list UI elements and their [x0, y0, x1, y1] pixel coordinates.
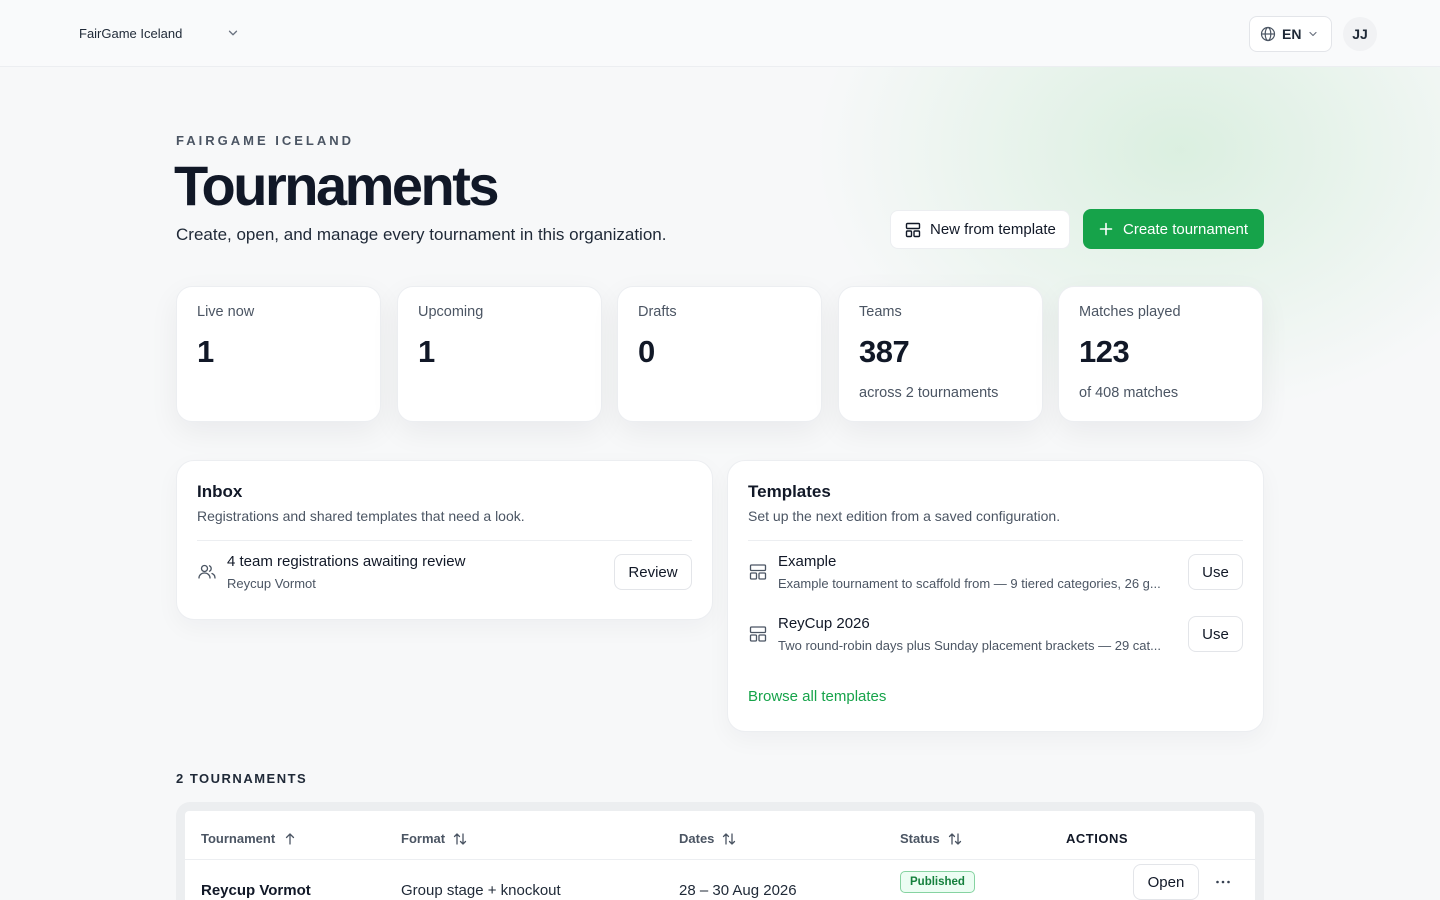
stat-value: 387	[859, 334, 910, 369]
top-bar: FairGame Iceland EN JJ	[0, 0, 1440, 67]
column-header-tournament[interactable]: Tournament	[201, 831, 297, 846]
sort-ascending-icon	[286, 832, 295, 845]
org-switcher[interactable]: FairGame Iceland	[64, 18, 254, 48]
sort-icon	[453, 832, 467, 845]
stat-card-matches-played: Matches played 123 of 408 matches	[1058, 286, 1263, 422]
stat-value: 0	[638, 334, 655, 369]
tournaments-table-container: Tournament Format Dates Status ACTIONS R…	[176, 802, 1264, 900]
stat-card-upcoming: Upcoming 1	[397, 286, 602, 422]
language-label: EN	[1282, 26, 1302, 42]
table-header-divider	[185, 859, 1255, 860]
more-horizontal-icon	[1216, 880, 1230, 884]
avatar[interactable]: JJ	[1343, 17, 1377, 51]
inbox-item-subtitle: Reycup Vormot	[227, 576, 316, 591]
column-header-actions: ACTIONS	[1066, 831, 1128, 846]
browse-templates-link[interactable]: Browse all templates	[748, 688, 886, 705]
template-icon	[749, 626, 767, 642]
tournament-dates: 28 – 30 Aug 2026	[679, 882, 797, 899]
stat-value: 123	[1079, 334, 1130, 369]
review-button[interactable]: Review	[614, 554, 692, 590]
template-icon	[905, 222, 921, 237]
stat-note: across 2 tournaments	[859, 385, 999, 401]
column-header-label: Dates	[679, 831, 715, 846]
inbox-title: Inbox	[197, 482, 243, 501]
use-template-button[interactable]: Use	[1188, 616, 1243, 652]
template-item-subtitle: Example tournament to scaffold from — 9 …	[778, 576, 1161, 591]
language-switcher[interactable]: EN	[1249, 16, 1332, 52]
stat-label: Live now	[197, 304, 255, 320]
column-header-label: Tournament	[201, 831, 276, 846]
template-item-title: Example	[778, 553, 837, 570]
stat-note: of 408 matches	[1079, 385, 1179, 401]
stat-card-teams: Teams 387 across 2 tournaments	[838, 286, 1043, 422]
stat-label: Matches played	[1079, 304, 1181, 320]
stat-label: Drafts	[638, 304, 677, 320]
stat-label: Teams	[859, 304, 902, 320]
template-item-subtitle: Two round-robin days plus Sunday placeme…	[778, 638, 1161, 653]
stat-card-live-now: Live now 1	[176, 286, 381, 422]
tournament-format: Group stage + knockout	[401, 882, 561, 899]
templates-title: Templates	[748, 482, 831, 501]
column-header-label: Format	[401, 831, 446, 846]
org-eyebrow: FAIRGAME ICELAND	[176, 133, 354, 148]
create-tournament-label: Create tournament	[1123, 220, 1249, 238]
tournament-name[interactable]: Reycup Vormot	[201, 882, 311, 899]
template-icon	[749, 564, 767, 580]
new-from-template-label: New from template	[930, 221, 1056, 238]
column-header-label: Status	[900, 831, 940, 846]
column-header-dates[interactable]: Dates	[679, 831, 736, 846]
tournaments-count: 2 TOURNAMENTS	[176, 771, 308, 786]
sort-icon	[723, 832, 736, 845]
stat-card-drafts: Drafts 0	[617, 286, 822, 422]
globe-icon	[1260, 26, 1276, 42]
more-actions-button[interactable]	[1209, 872, 1237, 892]
column-header-format[interactable]: Format	[401, 831, 467, 846]
org-switcher-label: FairGame Iceland	[79, 25, 183, 41]
templates-description: Set up the next edition from a saved con…	[748, 508, 1061, 524]
column-header-status[interactable]: Status	[900, 831, 962, 846]
template-item-title: ReyCup 2026	[778, 615, 870, 632]
inbox-item-title: 4 team registrations awaiting review	[227, 553, 466, 570]
tournaments-table: Tournament Format Dates Status ACTIONS R…	[185, 811, 1255, 900]
use-template-button[interactable]: Use	[1188, 554, 1243, 590]
page-subtitle: Create, open, and manage every tournamen…	[176, 225, 667, 244]
divider	[748, 540, 1243, 541]
users-icon	[198, 564, 216, 579]
inbox-panel: Inbox Registrations and shared templates…	[176, 460, 713, 620]
chevron-down-icon	[1309, 31, 1318, 37]
divider	[197, 540, 692, 541]
stat-label: Upcoming	[418, 304, 484, 320]
divider	[748, 603, 1243, 604]
create-tournament-button[interactable]: Create tournament	[1083, 209, 1264, 249]
templates-panel: Templates Set up the next edition from a…	[727, 460, 1264, 732]
plus-icon	[1099, 222, 1113, 236]
inbox-description: Registrations and shared templates that …	[197, 508, 525, 524]
stat-value: 1	[197, 334, 214, 369]
status-badge: Published	[900, 871, 975, 893]
open-tournament-button[interactable]: Open	[1133, 864, 1199, 900]
column-header-label: ACTIONS	[1066, 831, 1128, 846]
stat-value: 1	[418, 334, 435, 369]
chevron-down-icon	[228, 30, 238, 36]
new-from-template-button[interactable]: New from template	[890, 210, 1070, 249]
sort-icon	[948, 832, 961, 845]
page-title: Tournaments	[174, 154, 500, 217]
